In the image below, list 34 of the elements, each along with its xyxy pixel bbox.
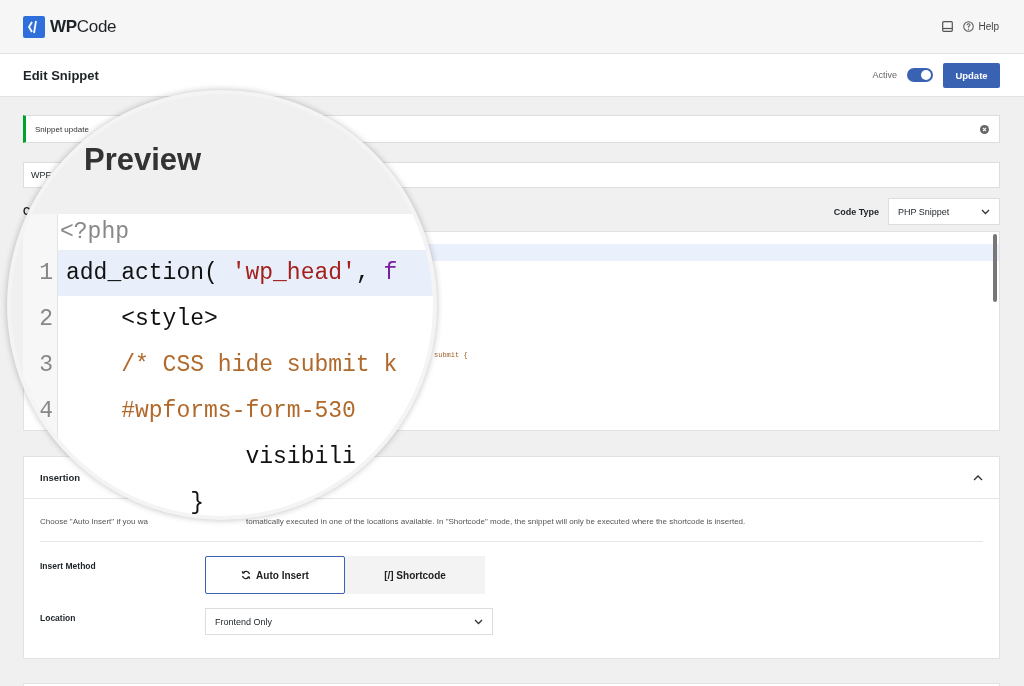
line-number: 1 bbox=[39, 260, 53, 286]
help-link[interactable]: Help bbox=[963, 21, 999, 32]
inbox-icon[interactable] bbox=[942, 21, 954, 32]
description-text: Choose "Auto Insert" if you wa bbox=[40, 517, 148, 526]
update-button[interactable]: Update bbox=[943, 62, 1000, 88]
page-title: Edit Snippet bbox=[23, 67, 99, 83]
code-line: <style> bbox=[120, 305, 219, 334]
description-text: tomatically executed in one of the locations available. In "Shortcode" mode, the snippet will only be executed where the shortcode is inserted. bbox=[245, 517, 746, 526]
code-type-label: Code Type bbox=[833, 206, 879, 217]
logo-text: WPCode bbox=[50, 16, 117, 37]
code-type-select[interactable]: PHP Snippet bbox=[888, 198, 1000, 225]
line-number: 3 bbox=[39, 352, 53, 378]
insert-method-button[interactable]: [/] Shortcode bbox=[345, 556, 485, 594]
logo-icon bbox=[23, 15, 45, 38]
help-icon bbox=[963, 21, 975, 32]
dismiss-icon[interactable] bbox=[980, 124, 989, 134]
active-toggle[interactable] bbox=[907, 68, 933, 82]
line-number: 4 bbox=[39, 398, 53, 424]
code-line: /* CSS hide submit k bbox=[120, 351, 399, 380]
chevron-down-icon bbox=[474, 618, 483, 625]
chevron-down-icon bbox=[981, 208, 990, 215]
line-number: 2 bbox=[39, 306, 53, 332]
panel-title: Insertion bbox=[40, 472, 81, 483]
notice-text: Snippet update bbox=[35, 124, 89, 134]
insert-method-label: Insert Method bbox=[40, 560, 97, 573]
location-select[interactable]: Frontend Only bbox=[205, 608, 493, 635]
insert-method-button[interactable]: Auto Insert bbox=[205, 556, 345, 594]
active-label: Active bbox=[872, 70, 897, 80]
refresh-icon bbox=[241, 570, 252, 580]
scrollbar-thumb[interactable] bbox=[993, 234, 997, 302]
code-line: #wpforms-form-530 bbox=[120, 397, 357, 426]
code-line: } bbox=[189, 489, 206, 516]
location-label: Location bbox=[40, 612, 77, 625]
chevron-icon[interactable] bbox=[973, 474, 983, 481]
